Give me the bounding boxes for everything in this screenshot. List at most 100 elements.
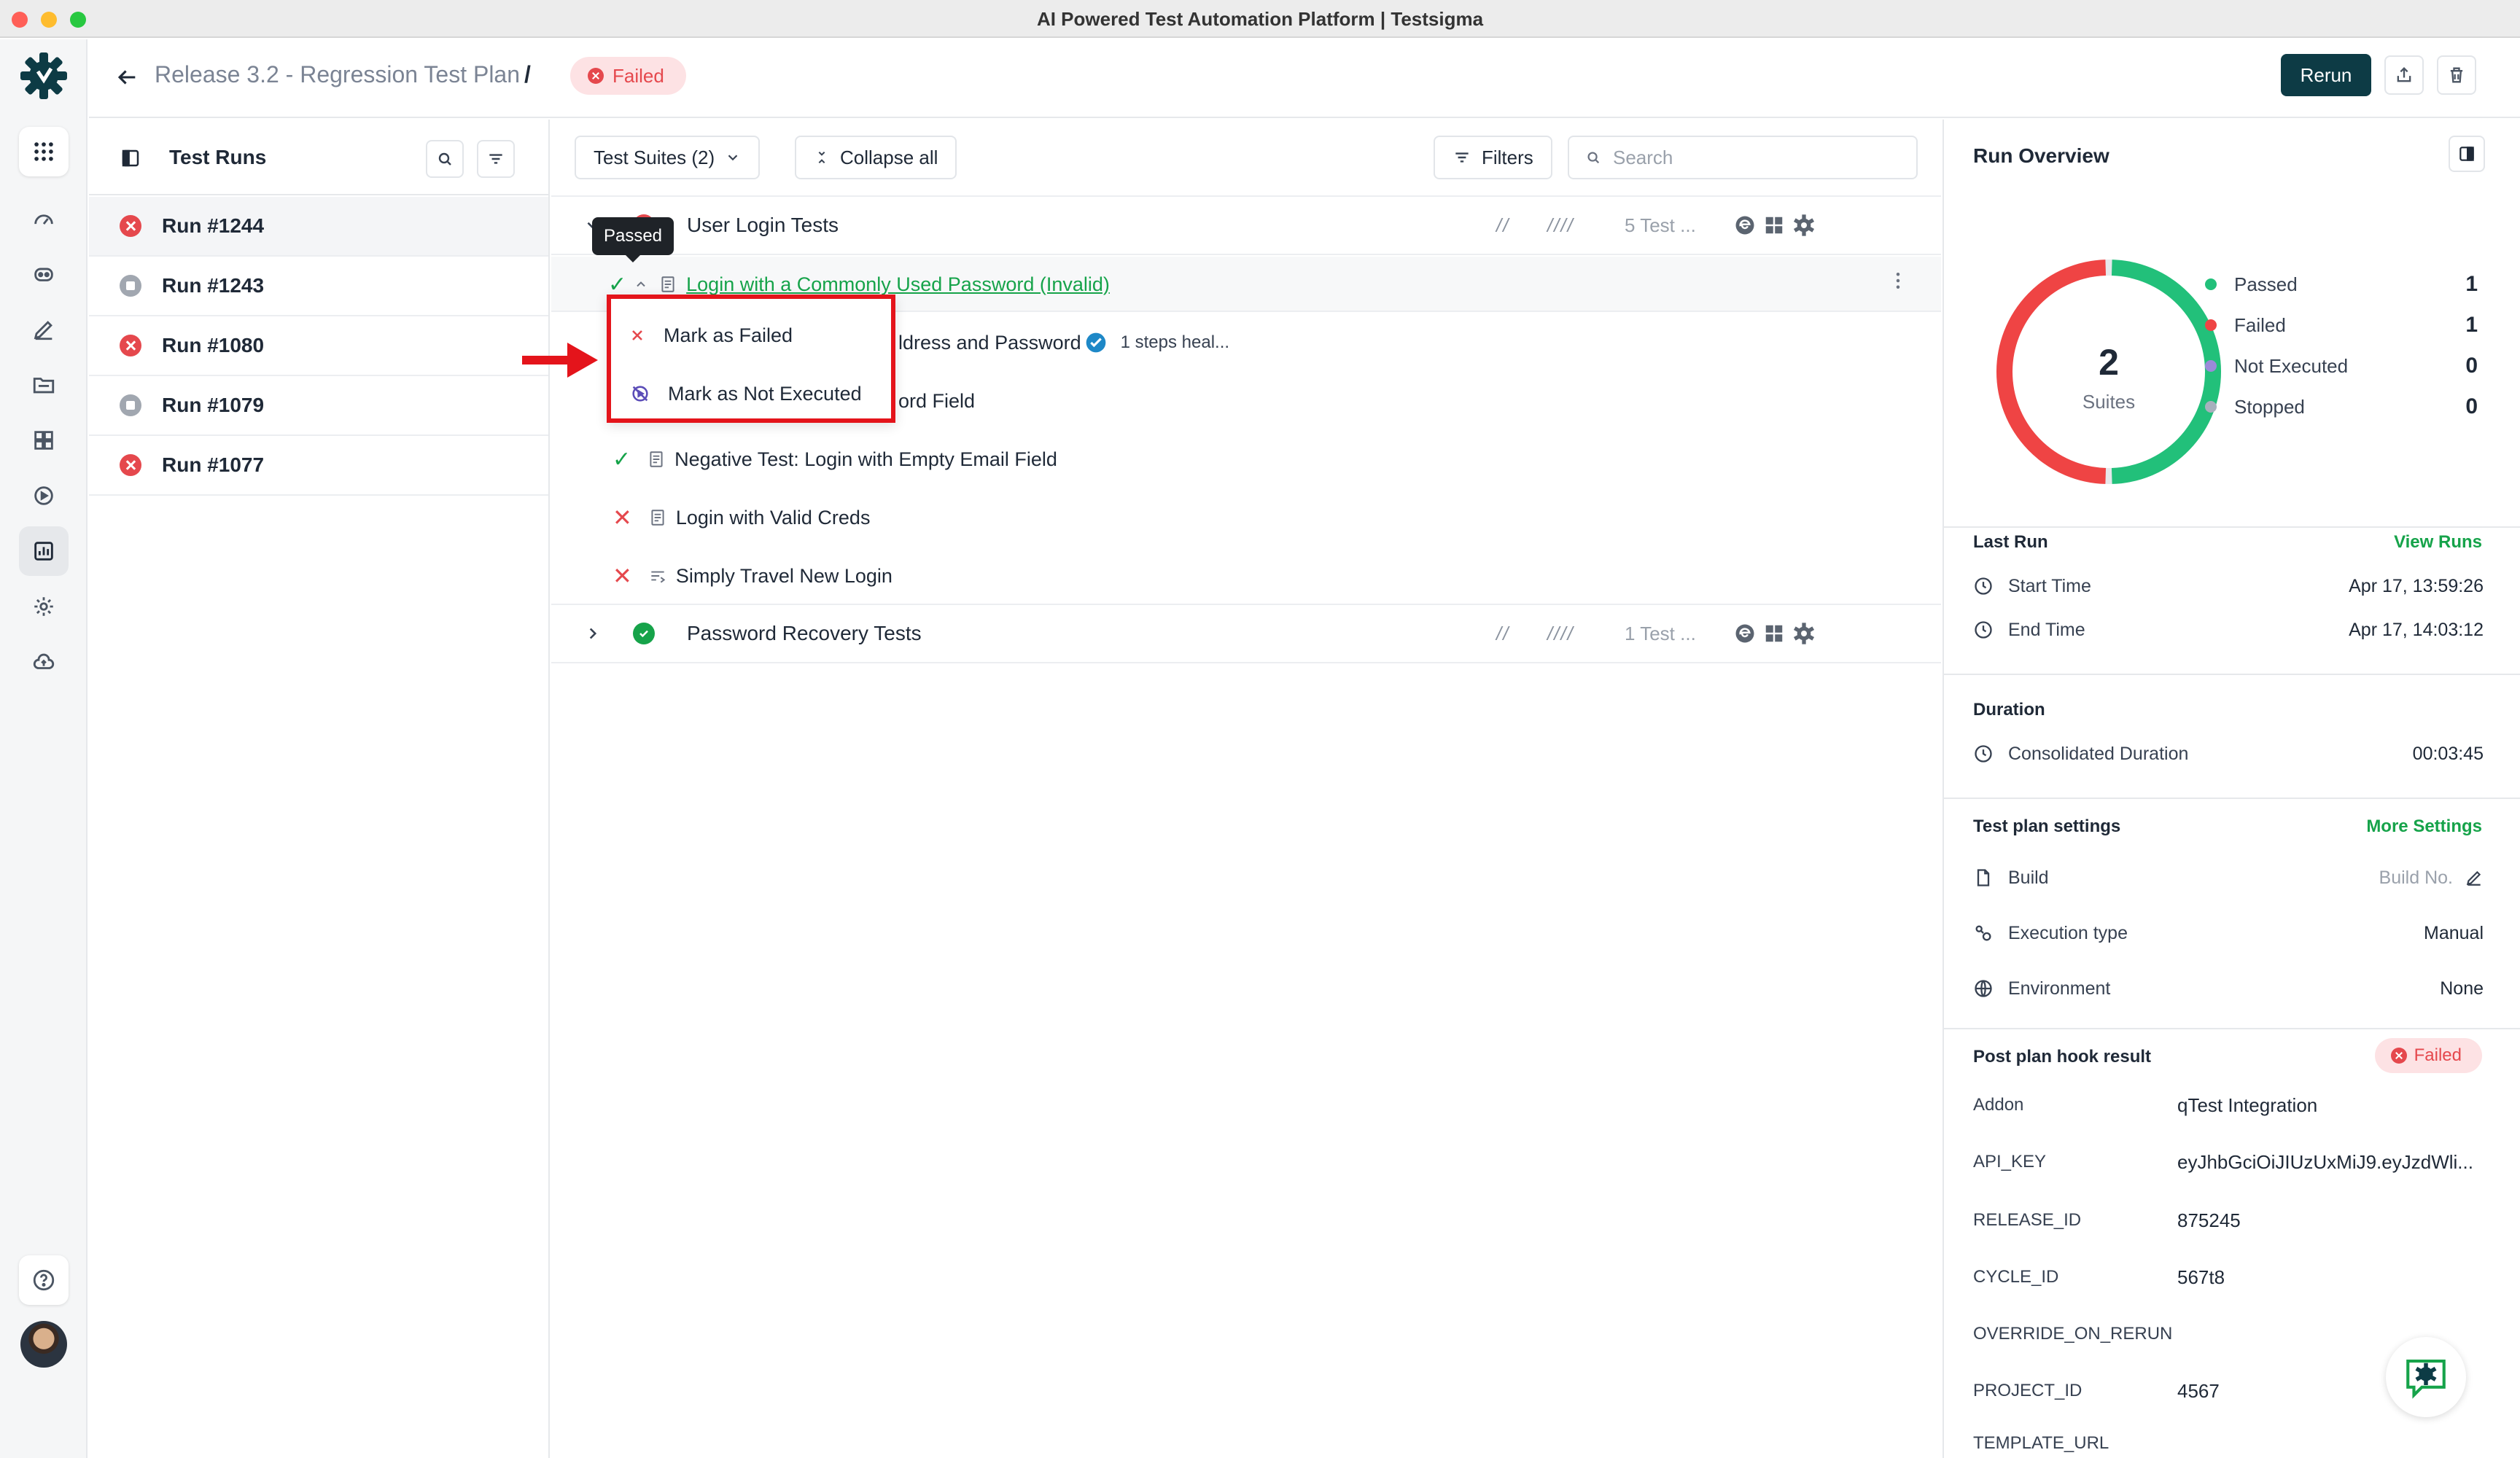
run-label: Run #1077 <box>162 453 265 476</box>
hook-row: Addon qTest Integration <box>1973 1091 2498 1120</box>
run-list-item[interactable]: Run #1244 <box>89 197 548 257</box>
failed-icon <box>120 215 141 237</box>
chevron-right-icon[interactable] <box>583 624 602 643</box>
clock-icon <box>1975 577 1992 595</box>
failed-icon <box>2390 1048 2407 1064</box>
assistant-chat-icon[interactable] <box>2386 1337 2466 1417</box>
legend-value: 0 <box>2465 394 2478 418</box>
collapse-all-button[interactable]: Collapse all <box>795 136 957 179</box>
failed-x-icon[interactable]: ✕ <box>612 504 632 531</box>
suite-row[interactable]: User Login Tests // //// 5 Test ... <box>551 195 1941 255</box>
run-play-icon[interactable] <box>19 471 69 521</box>
chevron-up-icon[interactable] <box>634 277 648 292</box>
test-case-row[interactable]: ✓ Negative Test: Login with Empty Email … <box>612 433 1057 486</box>
test-case-name: Negative Test: Login with Empty Email Fi… <box>674 448 1057 470</box>
edge-browser-icon <box>1735 216 1754 235</box>
status-badge: Failed <box>570 57 686 95</box>
hook-key: TEMPLATE_URL <box>1973 1433 2109 1453</box>
breadcrumb-test-plan[interactable]: Release 3.2 - Regression Test Plan <box>155 61 520 87</box>
legend-not-executed: Not Executed 0 <box>2205 351 2478 381</box>
run-overview-panel: Run Overview 2 Suites Passed 1 Failed 1 … <box>1942 120 2520 1458</box>
ai-agent-icon[interactable] <box>19 249 69 299</box>
testsigma-logo-icon[interactable] <box>19 51 69 101</box>
run-list-item[interactable]: Run #1079 <box>89 376 548 436</box>
test-suites-dropdown[interactable]: Test Suites (2) <box>575 136 761 179</box>
test-case-row[interactable]: ord Field <box>898 375 975 427</box>
reports-chart-icon[interactable] <box>19 526 69 576</box>
donut-total: 2 <box>2099 342 2119 383</box>
toggle-sidebar-icon[interactable] <box>120 147 141 173</box>
test-case-name: Login with Valid Creds <box>675 506 871 529</box>
author-pencil-icon[interactable] <box>19 305 69 354</box>
breadcrumb[interactable]: Release 3.2 - Regression Test Plan / <box>155 61 531 88</box>
hook-key: Addon <box>1973 1095 2024 1115</box>
mark-as-not-executed-label: Mark as Not Executed <box>668 382 862 405</box>
end-time-label: End Time <box>2008 619 2085 640</box>
help-icon[interactable] <box>19 1255 69 1305</box>
legend-label: Failed <box>2234 313 2286 336</box>
test-case-name-link[interactable]: Login with a Commonly Used Password (Inv… <box>686 273 1110 296</box>
run-list-item[interactable]: Run #1243 <box>89 257 548 316</box>
cloud-upload-icon[interactable] <box>19 637 69 687</box>
legend-value: 1 <box>2465 313 2478 337</box>
failed-x-icon[interactable]: ✕ <box>612 562 632 590</box>
duration-value: 00:03:45 <box>2412 743 2484 764</box>
toggle-panel-icon[interactable] <box>2449 136 2485 172</box>
filters-button[interactable]: Filters <box>1434 136 1552 179</box>
duration-label: Consolidated Duration <box>2008 743 2189 764</box>
search-placeholder: Search <box>1613 146 1673 168</box>
divider <box>1944 526 2520 528</box>
hook-key: PROJECT_ID <box>1973 1381 2082 1400</box>
test-case-row[interactable]: ldress and Password 1 steps heal... <box>898 316 1229 369</box>
mark-as-not-executed-option[interactable]: Mark as Not Executed <box>630 372 862 416</box>
more-settings-link[interactable]: More Settings <box>2366 816 2482 837</box>
legend-dot <box>2205 319 2217 331</box>
share-icon[interactable] <box>2384 55 2424 95</box>
dashboard-gauge-icon[interactable] <box>19 194 69 243</box>
suite-slash-indicator: // <box>1496 214 1510 236</box>
window-titlebar: AI Powered Test Automation Platform | Te… <box>0 0 2520 38</box>
rerun-button[interactable]: Rerun <box>2281 54 2371 96</box>
mark-as-failed-option[interactable]: Mark as Failed <box>629 313 793 357</box>
status-context-menu: Mark as Failed Mark as Not Executed <box>607 295 895 423</box>
search-icon[interactable] <box>426 140 464 178</box>
view-runs-link[interactable]: View Runs <box>2394 532 2482 553</box>
run-label: Run #1244 <box>162 214 265 237</box>
end-time-row: End Time Apr 17, 14:03:12 <box>1973 615 2484 644</box>
edit-pencil-icon[interactable] <box>2465 868 2484 887</box>
more-options-icon[interactable] <box>1887 270 1909 295</box>
legend-passed: Passed 1 <box>2205 270 2478 299</box>
filters-label: Filters <box>1482 146 1533 168</box>
search-input[interactable]: Search <box>1568 136 1918 179</box>
settings-gear-icon[interactable] <box>19 582 69 631</box>
apps-grid-icon[interactable] <box>19 127 69 176</box>
back-arrow-icon[interactable] <box>112 63 141 92</box>
steps-healed-note: 1 steps heal... <box>1120 332 1230 352</box>
test-case-row[interactable]: ✕ Login with Valid Creds <box>612 491 870 544</box>
suite-test-count: 5 Test ... <box>1625 214 1696 236</box>
delete-trash-icon[interactable] <box>2437 55 2476 95</box>
filter-icon <box>1455 152 1469 163</box>
user-avatar[interactable] <box>20 1321 67 1368</box>
test-case-row[interactable]: ✕ Simply Travel New Login <box>612 550 892 602</box>
settings-gear-icon <box>1793 214 1815 236</box>
donut-passed-segment <box>2111 260 2221 484</box>
passed-check-icon[interactable]: ✓ <box>608 272 626 297</box>
sort-filter-icon[interactable] <box>477 140 515 178</box>
suite-name: Password Recovery Tests <box>687 622 922 644</box>
last-run-heading: Last Run <box>1973 532 2048 552</box>
passed-check-icon[interactable]: ✓ <box>612 447 631 472</box>
build-number-input[interactable]: Build No. <box>2379 868 2453 889</box>
run-overview-title: Run Overview <box>1973 144 2109 167</box>
hook-status-label: Failed <box>2414 1045 2462 1065</box>
divider <box>1944 674 2520 675</box>
suite-row[interactable]: Password Recovery Tests // //// 1 Test .… <box>551 604 1941 663</box>
run-list-item[interactable]: Run #1080 <box>89 316 548 376</box>
start-time-row: Start Time Apr 17, 13:59:26 <box>1973 572 2484 601</box>
legend-value: 0 <box>2465 354 2478 378</box>
donut-label: Suites <box>2082 391 2135 413</box>
run-list-item[interactable]: Run #1077 <box>89 436 548 496</box>
folder-icon[interactable] <box>19 360 69 410</box>
widgets-icon[interactable] <box>19 416 69 465</box>
post-plan-hook-heading: Post plan hook result <box>1973 1047 2152 1067</box>
